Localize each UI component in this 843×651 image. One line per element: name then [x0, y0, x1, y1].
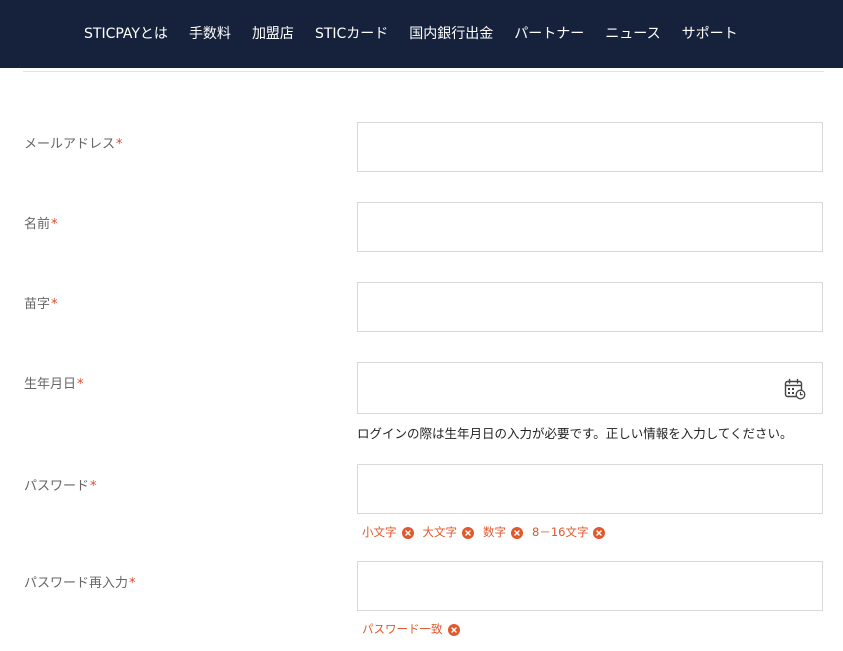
- required-mark: *: [116, 137, 123, 152]
- last-name-label: 苗字*: [24, 298, 58, 311]
- email-label-text: メールアドレス: [24, 137, 116, 152]
- required-mark: *: [77, 377, 84, 392]
- calendar-icon[interactable]: [784, 378, 806, 400]
- rule-password-match-text: パスワード一致: [362, 622, 443, 637]
- top-nav: STICPAYとは 手数料 加盟店 STICカード 国内銀行出金 パートナー ニ…: [0, 0, 843, 68]
- password-field-box: [357, 464, 823, 514]
- password-label: パスワード*: [24, 480, 97, 493]
- required-mark: *: [51, 217, 58, 232]
- nav-item-support[interactable]: サポート: [682, 27, 738, 41]
- rule-lowercase: 小文字: [362, 527, 414, 539]
- last-name-label-text: 苗字: [24, 297, 51, 312]
- error-x-icon: [447, 624, 460, 636]
- error-x-icon: [593, 527, 606, 539]
- password-confirm-field-box: [357, 561, 823, 611]
- nav-item-merchants[interactable]: 加盟店: [252, 27, 294, 41]
- password-confirm-field[interactable]: [358, 562, 822, 610]
- birthdate-label-text: 生年月日: [24, 377, 77, 392]
- email-label: メールアドレス*: [24, 138, 123, 151]
- last-name-field[interactable]: [358, 283, 822, 331]
- nav-item-domestic-withdrawal[interactable]: 国内銀行出金: [409, 27, 493, 41]
- rule-password-match: パスワード一致: [362, 624, 460, 636]
- required-mark: *: [51, 297, 58, 312]
- nav-list: STICPAYとは 手数料 加盟店 STICカード 国内銀行出金 パートナー ニ…: [84, 0, 738, 68]
- error-x-icon: [401, 527, 414, 539]
- first-name-field[interactable]: [358, 203, 822, 251]
- nav-item-partner[interactable]: パートナー: [514, 27, 584, 41]
- password-rules: 小文字 大文字 数字 8－16文字: [362, 525, 606, 540]
- rule-uppercase-text: 大文字: [422, 525, 458, 540]
- rule-number: 数字: [483, 527, 523, 539]
- nav-item-news[interactable]: ニュース: [605, 27, 660, 41]
- nav-item-stic-card[interactable]: STICカード: [315, 27, 388, 41]
- birthdate-field[interactable]: [358, 363, 822, 413]
- password-confirm-label-text: パスワード再入力: [24, 576, 129, 591]
- nav-item-about[interactable]: STICPAYとは: [84, 27, 168, 41]
- first-name-field-box: [357, 202, 823, 252]
- rule-length-text: 8－16文字: [532, 525, 589, 540]
- nav-item-fees[interactable]: 手数料: [189, 27, 231, 41]
- password-confirm-label: パスワード再入力*: [24, 577, 136, 590]
- birthdate-label: 生年月日*: [24, 378, 84, 391]
- rule-uppercase: 大文字: [422, 525, 474, 540]
- section-divider: [23, 71, 824, 72]
- required-mark: *: [129, 576, 136, 591]
- error-x-icon: [462, 527, 474, 539]
- required-mark: *: [90, 479, 97, 494]
- first-name-label: 名前*: [24, 218, 58, 231]
- rule-lowercase-text: 小文字: [362, 525, 397, 540]
- birthdate-help-text: ログインの際は生年月日の入力が必要です。正しい情報を入力してください。: [357, 426, 793, 441]
- first-name-label-text: 名前: [24, 217, 51, 232]
- birthdate-field-box: [357, 362, 823, 414]
- password-field[interactable]: [358, 465, 822, 513]
- password-label-text: パスワード: [24, 479, 90, 494]
- email-field-box: [357, 122, 823, 172]
- password-confirm-rules: パスワード一致: [362, 624, 460, 636]
- error-x-icon: [511, 527, 523, 539]
- rule-length: 8－16文字: [532, 525, 606, 540]
- last-name-field-box: [357, 282, 823, 332]
- rule-number-text: 数字: [483, 525, 506, 540]
- email-field[interactable]: [358, 123, 822, 171]
